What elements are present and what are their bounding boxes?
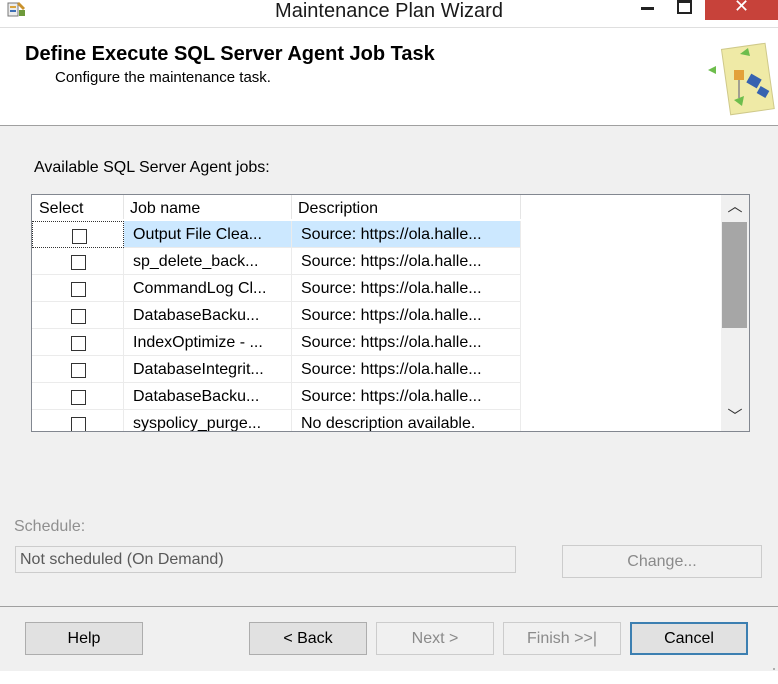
column-header-job-name[interactable]: Job name [124,195,292,219]
next-button[interactable]: Next > [376,622,494,655]
bottom-strip [0,671,778,684]
job-description-cell: Source: https://ola.halle... [292,221,521,248]
scroll-up-icon[interactable]: ︿ [721,195,749,219]
job-checkbox[interactable] [72,229,87,244]
minimize-icon[interactable] [630,0,666,20]
scroll-down-icon[interactable]: ﹀ [721,405,749,429]
select-cell[interactable] [32,248,124,275]
job-checkbox[interactable] [71,336,86,351]
table-row[interactable]: DatabaseIntegrit... Source: https://ola.… [32,356,521,383]
cancel-button[interactable]: Cancel [630,622,748,655]
back-button[interactable]: < Back [249,622,367,655]
job-checkbox[interactable] [71,309,86,324]
schedule-field: Not scheduled (On Demand) [15,546,516,573]
table-row[interactable]: IndexOptimize - ... Source: https://ola.… [32,329,521,356]
job-name-cell: syspolicy_purge... [124,410,292,431]
select-cell[interactable] [32,356,124,383]
page-title: Define Execute SQL Server Agent Job Task [25,43,435,65]
job-checkbox[interactable] [71,255,86,270]
column-header-description[interactable]: Description [292,195,521,219]
select-cell[interactable] [32,275,124,302]
vertical-scrollbar[interactable]: ︿ ﹀ [721,195,749,431]
footer-divider [0,606,778,607]
job-name-cell: Output File Clea... [124,221,292,248]
select-cell[interactable] [32,221,124,248]
wizard-header: Define Execute SQL Server Agent Job Task… [0,27,778,126]
title-bar[interactable]: Maintenance Plan Wizard ✕ [0,0,778,27]
job-description-cell: Source: https://ola.halle... [292,302,521,329]
table-row[interactable]: CommandLog Cl... Source: https://ola.hal… [32,275,521,302]
select-cell[interactable] [32,329,124,356]
table-row[interactable]: DatabaseBacku... Source: https://ola.hal… [32,383,521,410]
job-checkbox[interactable] [71,390,86,405]
schedule-label: Schedule: [14,518,86,535]
job-checkbox[interactable] [71,417,86,431]
job-checkbox[interactable] [71,363,86,378]
finish-button[interactable]: Finish >>| [503,622,621,655]
change-schedule-button[interactable]: Change... [562,545,762,578]
table-row[interactable]: Output File Clea... Source: https://ola.… [32,221,521,248]
select-cell[interactable] [32,410,124,431]
page-subtitle: Configure the maintenance task. [55,69,271,86]
jobs-list[interactable]: Select Job name Description Output File … [31,194,750,432]
job-description-cell: Source: https://ola.halle... [292,356,521,383]
available-jobs-label: Available SQL Server Agent jobs: [34,159,270,176]
wizard-task-icon [704,40,778,120]
select-cell[interactable] [32,383,124,410]
scroll-thumb[interactable] [722,222,747,328]
job-name-cell: DatabaseBacku... [124,383,292,410]
select-cell[interactable] [32,302,124,329]
job-name-cell: sp_delete_back... [124,248,292,275]
job-checkbox[interactable] [71,282,86,297]
column-header-select[interactable]: Select [32,195,124,219]
jobs-list-header: Select Job name Description [32,195,522,220]
table-row[interactable]: syspolicy_purge... No description availa… [32,410,521,431]
table-row[interactable]: sp_delete_back... Source: https://ola.ha… [32,248,521,275]
job-description-cell: Source: https://ola.halle... [292,329,521,356]
help-button[interactable]: Help [25,622,143,655]
job-name-cell: DatabaseBacku... [124,302,292,329]
job-description-cell: No description available. [292,410,521,431]
job-name-cell: CommandLog Cl... [124,275,292,302]
job-description-cell: Source: https://ola.halle... [292,383,521,410]
close-icon[interactable]: ✕ [705,0,778,20]
maintenance-plan-wizard-window: Maintenance Plan Wizard ✕ Define Execute… [0,0,778,684]
maximize-icon[interactable] [666,0,702,20]
job-name-cell: IndexOptimize - ... [124,329,292,356]
job-description-cell: Source: https://ola.halle... [292,275,521,302]
table-row[interactable]: DatabaseBacku... Source: https://ola.hal… [32,302,521,329]
job-description-cell: Source: https://ola.halle... [292,248,521,275]
job-name-cell: DatabaseIntegrit... [124,356,292,383]
